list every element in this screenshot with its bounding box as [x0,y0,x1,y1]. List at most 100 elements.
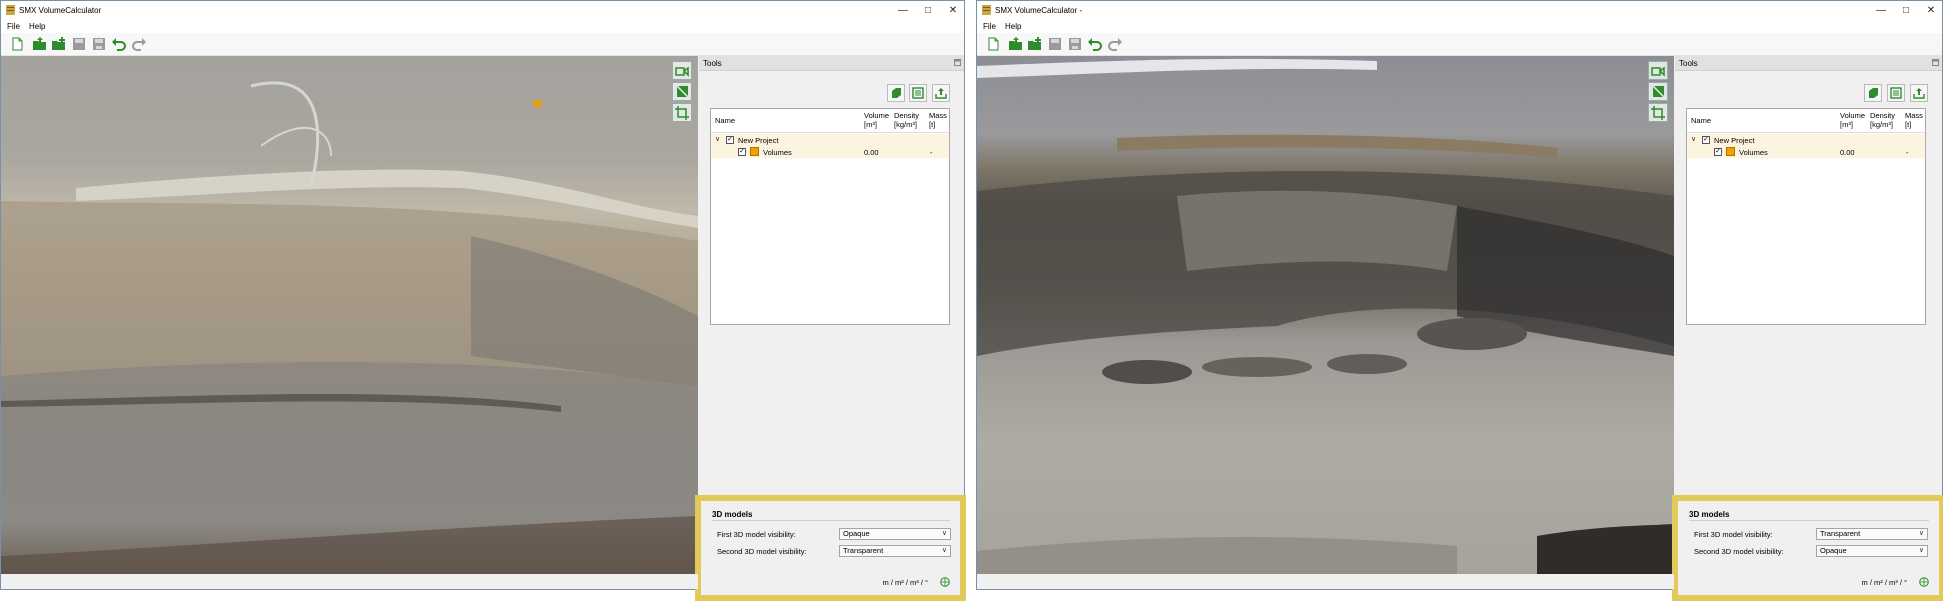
3d-models-settings: 3D models First 3D model visibility: Opa… [695,495,966,601]
report-icon[interactable] [1887,84,1905,102]
close-icon[interactable]: ✕ [946,3,960,17]
project-checkbox[interactable]: ✓ [1702,136,1710,144]
first-model-label: First 3D model visibility: [717,530,796,539]
menu-file[interactable]: File [7,22,20,31]
close-icon[interactable]: ✕ [1924,3,1938,17]
export-icon[interactable] [932,84,950,102]
open-folder-icon[interactable] [1008,36,1024,52]
status-bar [1,574,698,589]
undo-icon[interactable] [111,36,127,52]
save-icon[interactable] [71,36,87,52]
orthographic-view-icon[interactable] [1648,82,1668,101]
minimize-icon[interactable]: — [1874,3,1888,17]
header-divider [1687,132,1925,133]
volume-color-swatch[interactable] [1726,147,1735,156]
group-title: 3D models [712,510,753,519]
viewport-toolbar [1648,61,1670,124]
undock-icon[interactable] [1932,59,1939,66]
tree-row-project[interactable]: ∨ ✓ New Project [711,134,949,146]
second-model-visibility-select[interactable]: Transparent ∨ [839,545,951,557]
menu-file[interactable]: File [983,22,996,31]
toolbar [1,33,964,56]
orthographic-view-icon[interactable] [672,82,692,101]
save-as-icon[interactable] [91,36,107,52]
window-title: SMX VolumeCalculator [19,6,102,15]
volumes-tree: Name Volume [m³] Density [kg/m³] Mass [t] ∨… [710,108,950,325]
column-header-mass[interactable]: Mass [t] [929,111,947,129]
globe-icon[interactable] [940,577,950,587]
column-header-volume[interactable]: Volume [m³] [1840,111,1865,129]
save-icon[interactable] [1047,36,1063,52]
second-model-label: Second 3D model visibility: [1694,547,1784,556]
tree-row-volumes[interactable]: ✓ Volumes 0.00 - [711,146,949,158]
project-checkbox[interactable]: ✓ [726,136,734,144]
3d-models-settings: 3D models First 3D model visibility: Tra… [1672,495,1943,601]
column-header-density[interactable]: Density [kg/m³] [894,111,919,129]
title-bar[interactable]: SMX VolumeCalculator — □ ✕ [1,1,964,19]
column-header-name[interactable]: Name [1691,116,1711,125]
second-model-visibility-select[interactable]: Opaque ∨ [1816,545,1928,557]
3d-viewport[interactable] [977,56,1674,574]
first-model-visibility-select[interactable]: Transparent ∨ [1816,528,1928,540]
volume-color-swatch[interactable] [750,147,759,156]
open-folder-icon[interactable] [32,36,48,52]
minimize-icon[interactable]: — [896,3,910,17]
redo-icon[interactable] [131,36,147,52]
maximize-icon[interactable]: □ [1899,3,1913,17]
column-header-mass[interactable]: Mass [t] [1905,111,1923,129]
tools-panel-header: Tools [1675,56,1942,71]
column-density-label: Density [1870,111,1896,120]
camera-icon[interactable] [1648,61,1668,80]
column-header-density[interactable]: Density [kg/m³] [1870,111,1895,129]
redo-icon[interactable] [1107,36,1123,52]
add-volume-icon[interactable] [1864,84,1882,102]
open-folder-add-icon[interactable] [1027,36,1043,52]
camera-icon[interactable] [672,61,692,80]
volumes-mass-value: - [930,148,933,157]
app-window-right: SMX VolumeCalculator - — □ ✕ File Help T… [976,0,1943,601]
3d-viewport[interactable] [1,56,698,574]
undock-icon[interactable] [954,59,961,66]
chevron-down-icon: ∨ [941,547,947,554]
chevron-down-icon[interactable]: ∨ [715,135,720,143]
column-density-unit: [kg/m³] [894,120,917,129]
app-icon [982,5,991,15]
export-icon[interactable] [1910,84,1928,102]
crop-icon[interactable] [1648,103,1668,122]
crop-icon[interactable] [672,103,692,122]
open-folder-add-icon[interactable] [51,36,67,52]
undo-icon[interactable] [1087,36,1103,52]
globe-icon[interactable] [1919,577,1929,587]
tree-row-volumes[interactable]: ✓ Volumes 0.00 - [1687,146,1925,158]
chevron-down-icon[interactable]: ∨ [1691,135,1696,143]
column-density-unit: [kg/m³] [1870,120,1893,129]
column-header-volume[interactable]: Volume [m³] [864,111,889,129]
column-volume-label: Volume [1840,111,1866,120]
column-mass-unit: [t] [1905,120,1912,129]
title-bar[interactable]: SMX VolumeCalculator - — □ ✕ [977,1,1942,19]
group-title: 3D models [1689,510,1730,519]
column-header-name[interactable]: Name [715,116,735,125]
new-file-icon[interactable] [9,36,25,52]
maximize-icon[interactable]: □ [921,3,935,17]
tools-panel-title: Tools [703,59,722,68]
second-model-label: Second 3D model visibility: [717,547,807,556]
new-file-icon[interactable] [985,36,1001,52]
column-mass-label: Mass [1905,111,1923,120]
menu-help[interactable]: Help [29,22,45,31]
save-as-icon[interactable] [1067,36,1083,52]
tree-row-project[interactable]: ∨ ✓ New Project [1687,134,1925,146]
toolbar [977,33,1942,56]
menu-help[interactable]: Help [1005,22,1021,31]
volumes-checkbox[interactable]: ✓ [738,148,746,156]
report-icon[interactable] [909,84,927,102]
first-model-visibility-select[interactable]: Opaque ∨ [839,528,951,540]
add-volume-icon[interactable] [887,84,905,102]
volumes-checkbox[interactable]: ✓ [1714,148,1722,156]
project-name: New Project [1714,136,1755,145]
volumes-tree: Name Volume [m³] Density [kg/m³] Mass [t] ∨… [1686,108,1926,325]
first-model-visibility-value: Transparent [1820,529,1861,538]
status-bar [977,574,1674,589]
viewport-toolbar [672,61,694,124]
column-density-label: Density [894,111,920,120]
